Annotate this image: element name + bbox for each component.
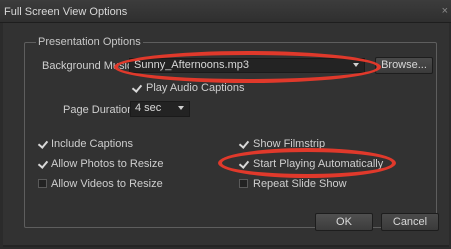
page-duration-label: Page Duration: [63,104,137,116]
browse-button[interactable]: Browse... [375,57,433,74]
show-filmstrip-label: Show Filmstrip [253,138,326,150]
background-music-label: Background Music: [42,60,136,72]
chevron-down-icon [353,63,359,67]
play-audio-captions-label: Play Audio Captions [146,82,245,94]
background-music-value: Sunny_Afternoons.mp3 [134,59,249,71]
include-captions-label: Include Captions [51,138,133,150]
ok-button[interactable]: OK [315,213,373,231]
include-captions-checkbox[interactable] [38,139,47,148]
play-audio-captions-checkbox[interactable] [132,83,141,92]
show-filmstrip-checkbox[interactable] [239,139,248,148]
cancel-button[interactable]: Cancel [381,213,439,231]
dialog-body: Presentation Options Background Music: S… [3,23,449,247]
allow-videos-resize-label: Allow Videos to Resize [51,178,163,190]
background-music-select[interactable]: Sunny_Afternoons.mp3 [129,58,365,73]
repeat-slideshow-label: Repeat Slide Show [253,178,347,190]
page-duration-select[interactable]: 4 sec [130,101,190,117]
allow-photos-resize-checkbox[interactable] [38,159,47,168]
start-playing-checkbox[interactable] [239,159,248,168]
chevron-down-icon [178,106,184,110]
page-duration-value: 4 sec [135,102,162,114]
allow-photos-resize-label: Allow Photos to Resize [51,158,164,170]
repeat-slideshow-checkbox[interactable] [239,179,248,188]
close-icon[interactable]: × [442,5,448,17]
start-playing-label: Start Playing Automatically [253,158,384,170]
allow-videos-resize-checkbox[interactable] [38,179,47,188]
title-bar: Full Screen View Options × [0,0,451,23]
group-label: Presentation Options [36,36,143,48]
window-title: Full Screen View Options [4,6,128,18]
